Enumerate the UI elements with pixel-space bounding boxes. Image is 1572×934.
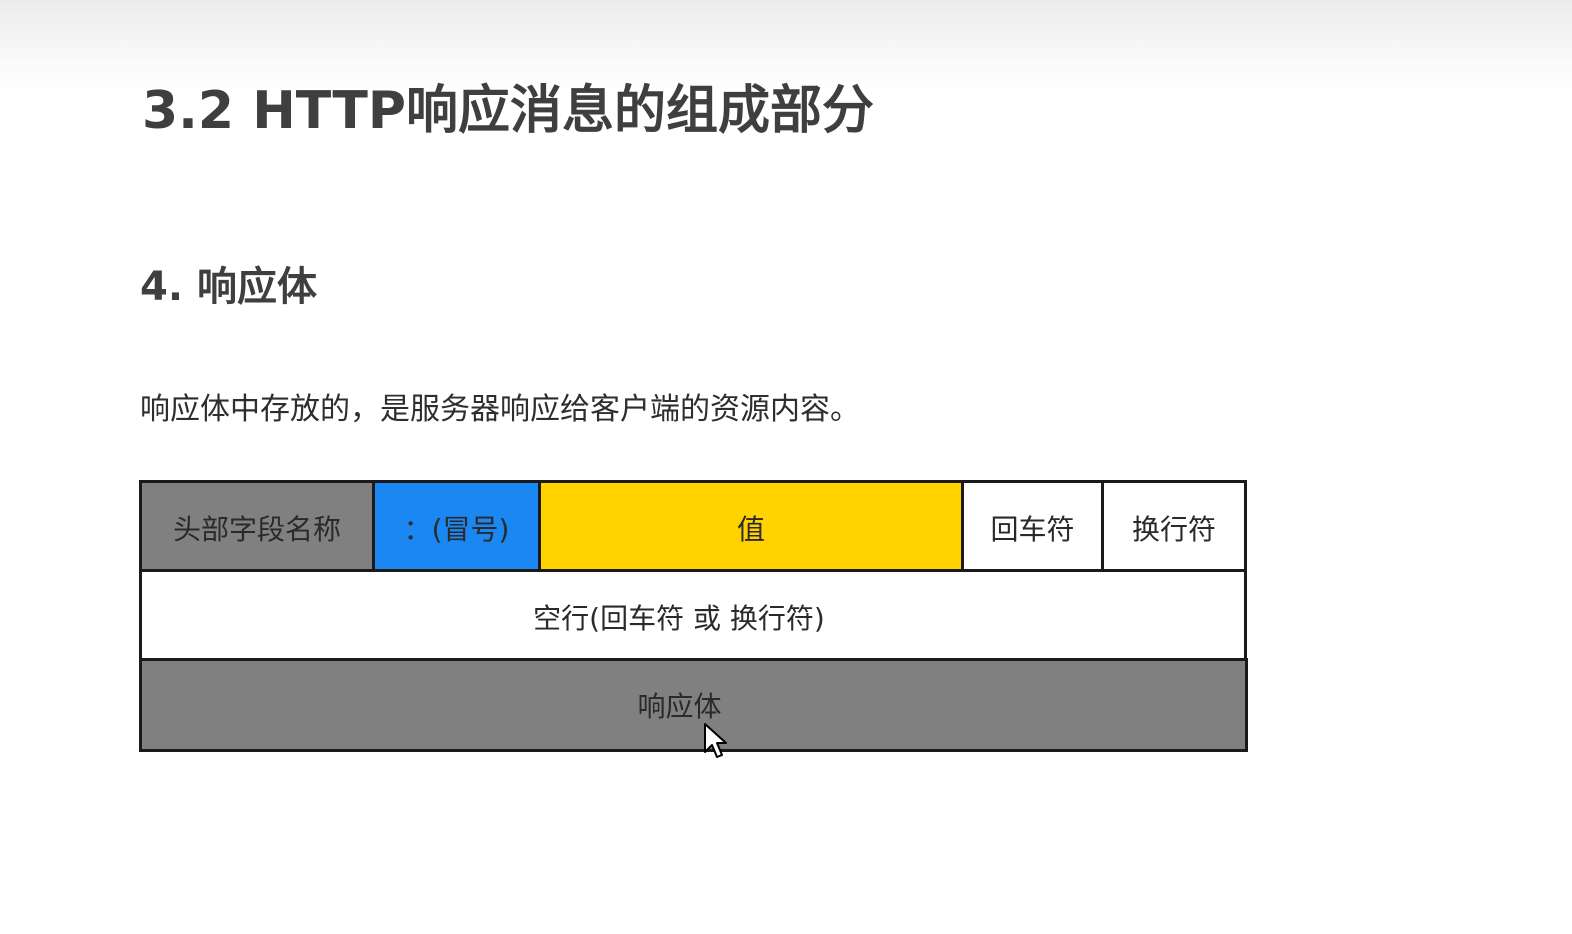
blank-line-row: 空行(回车符 或 换行符) (139, 569, 1247, 661)
response-body-label: 响应体 (637, 690, 722, 723)
page-title: 3.2 HTTP响应消息的组成部分 (142, 81, 874, 141)
header-field-row: 头部字段名称 ：(冒号) 值 回车符 换行符 (139, 480, 1247, 572)
carriage-return-cell: 回车符 (964, 483, 1104, 572)
description-text: 响应体中存放的，是服务器响应给客户端的资源内容。 (140, 392, 860, 427)
response-structure-diagram: 头部字段名称 ：(冒号) 值 回车符 换行符 空行(回车符 或 换行符) 响应体 (139, 480, 1248, 752)
header-name-cell: 头部字段名称 (142, 483, 375, 572)
mouse-pointer-icon (704, 723, 727, 758)
colon-cell: ：(冒号) (375, 483, 541, 572)
line-feed-cell: 换行符 (1104, 483, 1244, 572)
response-body-row: 响应体 (139, 658, 1248, 752)
blank-line-label: 空行(回车符 或 换行符) (533, 601, 825, 635)
section-heading: 4. 响应体 (140, 264, 317, 310)
value-cell: 值 (541, 483, 964, 572)
